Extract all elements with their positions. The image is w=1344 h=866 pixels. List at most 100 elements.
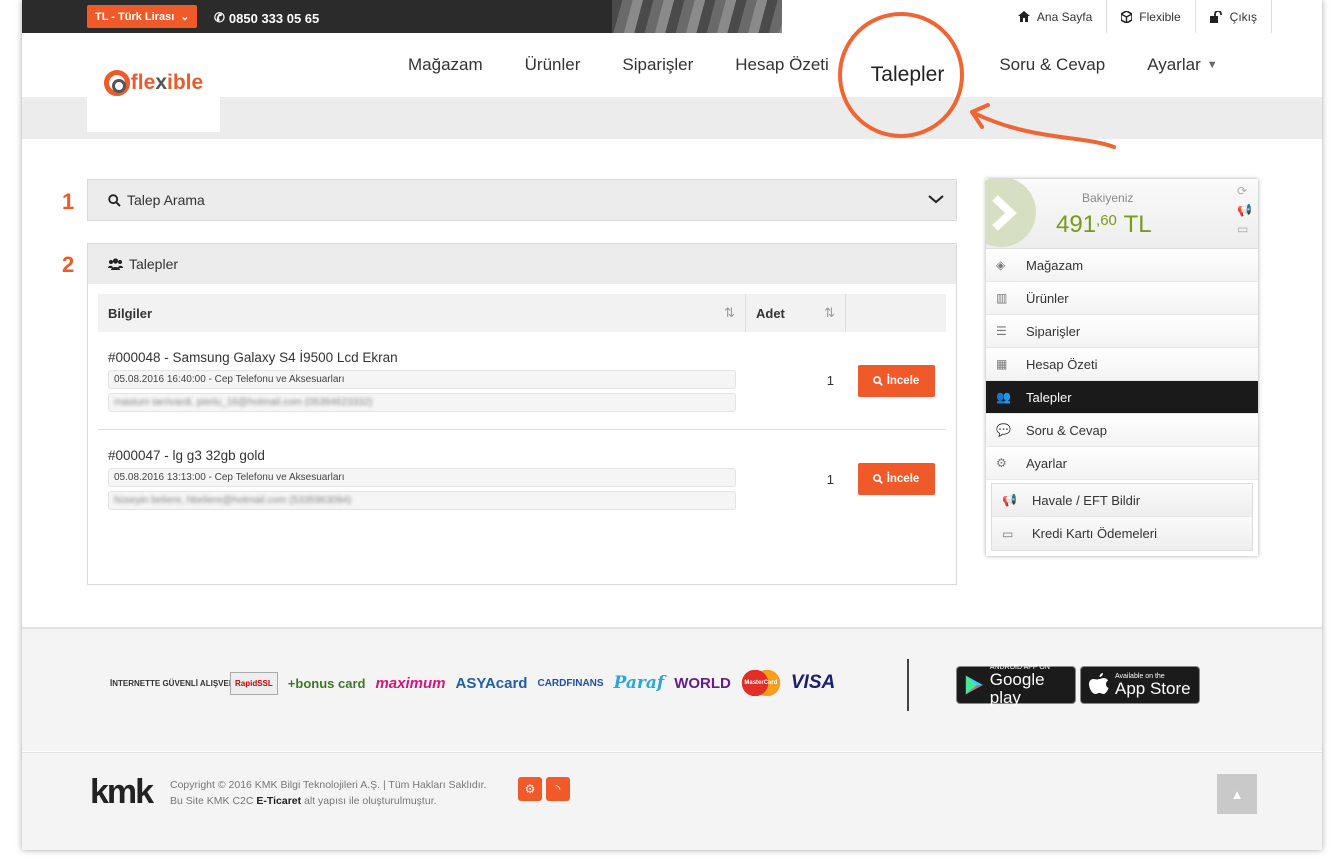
home-icon [1017, 11, 1030, 22]
annotation-number-2: 2 [62, 252, 75, 277]
logo-text-c: ible [167, 70, 204, 94]
app-store-badge[interactable]: Available on the App Store [1080, 666, 1200, 704]
logo-text-a: fle [130, 70, 156, 94]
scroll-to-top-button[interactable]: ▲ [1217, 774, 1257, 814]
nav-item-hesap-ozeti[interactable]: Hesap Özeti [714, 55, 850, 75]
currency-dropdown[interactable]: TL - Türk Lirası ⌄ [87, 5, 198, 28]
balance-amount: 491,60 TL [1056, 211, 1152, 239]
nav-item-urunler[interactable]: Ürünler [504, 55, 602, 75]
nav-item-siparisler[interactable]: Siparişler [601, 55, 714, 75]
search-panel-header[interactable]: Talep Arama [88, 180, 956, 220]
main-nav: Mağazam Ürünler Siparişler Hesap Özeti T… [387, 33, 1239, 97]
powered-bold: E-Ticaret [256, 795, 302, 807]
nav-item-magazam[interactable]: Mağazam [387, 55, 504, 75]
footer-payments: İNTERNETTE GÜVENLİ ALIŞVERİŞ RapidSSL +b… [22, 627, 1322, 751]
sidebar-item-havale[interactable]: 📢 Havale / EFT Bildir [992, 484, 1252, 517]
sidebar-item-hesap-ozeti[interactable]: ▦ Hesap Özeti [986, 348, 1258, 381]
megaphone-icon: 📢 [1002, 493, 1017, 507]
chevron-right-icon[interactable] [990, 195, 1020, 231]
payment-logos: İNTERNETTE GÜVENLİ ALIŞVERİŞ RapidSSL +b… [110, 665, 835, 701]
users-icon [108, 258, 123, 270]
kmk-logo[interactable]: kmk [90, 773, 154, 812]
cube-icon: ◈ [996, 258, 1006, 272]
logo-maximum: maximum [375, 674, 446, 692]
account-sidebar: Bakiyeniz 491,60 TL ⟳ 📢 ▭ ◈ Mağazam ▥ Ürün… [986, 179, 1258, 556]
footer-bottom: kmk Copyright © 2016 KMK Bilgi Teknoloji… [22, 752, 1322, 850]
rss-icon[interactable]: ◝ [546, 777, 570, 801]
logo-paraf: Paraf [613, 673, 665, 693]
barcode-icon: ▥ [996, 291, 1008, 305]
footer-separator [907, 659, 909, 711]
request-contact-text: mastum tarrivardi, pierlu_16@hotmail.com… [114, 397, 373, 408]
top-link-flexible[interactable]: Flexible [1106, 0, 1194, 33]
phone-text: 0850 333 05 65 [228, 10, 320, 26]
requests-panel-header: Talepler [88, 244, 956, 284]
nav-item-talepler[interactable]: Talepler [850, 63, 979, 87]
top-link-flexible-label: Flexible [1139, 9, 1181, 24]
sidebar-item-talepler[interactable]: 👥 Talepler [986, 381, 1258, 414]
google-play-text: ANDROID APP ON Google play [990, 664, 1067, 707]
nav-item-ayarlar[interactable]: Ayarlar ▼ [1126, 55, 1238, 75]
users-icon: 👥 [996, 390, 1011, 404]
powered-post: alt yapısı ile oluşturulmuştur. [304, 795, 437, 807]
google-play-badge[interactable]: ANDROID APP ON Google play [956, 664, 1076, 707]
logo-secure-shopping: İNTERNETTE GÜVENLİ ALIŞVERİŞ [110, 678, 243, 688]
sidebar-item-kredi-karti[interactable]: ▭ Kredi Kartı Ödemeleri [992, 517, 1252, 550]
footer-social-icons: ⚙ ◝ [518, 777, 570, 801]
sidebar-item-urunler[interactable]: ▥ Ürünler [986, 282, 1258, 315]
row-actions: İncele [846, 430, 946, 528]
sidebar-item-magazam[interactable]: ◈ Mağazam [986, 249, 1258, 282]
request-title: #000047 - lg g3 32gb gold [108, 448, 265, 463]
comment-icon: 💬 [996, 423, 1011, 437]
column-header-qty-label: Adet [756, 305, 785, 321]
logo-mastercard: MasterCard [740, 670, 781, 696]
nav-item-soru-cevap[interactable]: Soru & Cevap [978, 55, 1126, 75]
balance-int: 491 [1056, 211, 1097, 238]
top-link-home[interactable]: Ana Sayfa [1004, 0, 1106, 33]
unlock-icon [1209, 10, 1222, 23]
logo-text-b: x [155, 70, 167, 94]
incele-button[interactable]: İncele [857, 463, 935, 495]
requests-panel-title: Talepler [129, 256, 179, 272]
search-panel-title: Talep Arama [127, 192, 205, 208]
logo-mark: fle x ible [103, 69, 204, 96]
page-frame: TL - Türk Lirası ⌄ ✆ 0850 333 05 65 Ana … [22, 0, 1322, 850]
top-link-logout[interactable]: Çıkış [1194, 0, 1272, 33]
incele-button[interactable]: İncele [857, 364, 935, 397]
sort-icon: ⇅ [824, 305, 835, 320]
credit-card-icon: ▭ [1002, 526, 1014, 541]
top-bar-stripes [612, 0, 792, 33]
logo-rapidssl: RapidSSL [230, 671, 278, 695]
megaphone-icon[interactable]: 📢 [1237, 203, 1252, 217]
refresh-icon[interactable]: ⟳ [1237, 184, 1252, 198]
settings-link-icon[interactable]: ⚙ [518, 777, 542, 801]
request-contact: mastum tarrivardi, pierlu_16@hotmail.com… [108, 393, 736, 412]
column-header-qty[interactable]: Adet ⇅ [746, 294, 846, 332]
chevron-down-icon[interactable] [928, 191, 944, 207]
sidebar-item-label: Talepler [1026, 389, 1072, 405]
logo-asyacard: ASYAcard [455, 674, 528, 692]
sidebar-item-ayarlar[interactable]: ⚙ Ayarlar [986, 447, 1258, 480]
top-link-logout-label: Çıkış [1229, 9, 1257, 24]
credit-card-icon[interactable]: ▭ [1237, 222, 1252, 236]
search-panel[interactable]: Talep Arama [87, 179, 957, 221]
sidebar-item-label: Kredi Kartı Ödemeleri [1032, 526, 1157, 541]
balance-currency: TL [1123, 211, 1152, 238]
row-info: #000048 - Samsung Galaxy S4 İ9500 Lcd Ek… [98, 332, 746, 429]
nav-item-ayarlar-label: Ayarlar [1147, 55, 1201, 74]
annotation-number-1: 1 [62, 189, 75, 214]
column-header-info[interactable]: Bilgiler ⇅ [98, 294, 746, 332]
balance-label: Bakiyeniz [1082, 191, 1134, 205]
request-title: #000048 - Samsung Galaxy S4 İ9500 Lcd Ek… [108, 350, 398, 365]
incele-button-label: İncele [886, 374, 920, 387]
search-icon [108, 193, 121, 207]
arrow-up-icon: ▲ [1230, 786, 1244, 802]
sidebar-item-soru-cevap[interactable]: 💬 Soru & Cevap [986, 414, 1258, 447]
copyright-line: Copyright © 2016 KMK Bilgi Teknolojileri… [170, 779, 487, 791]
site-logo[interactable]: fle x ible [87, 33, 220, 132]
sidebar-item-siparisler[interactable]: ☰ Siparişler [986, 315, 1258, 348]
phone-number: ✆ 0850 333 05 65 [214, 10, 319, 26]
search-icon [872, 375, 883, 386]
play-store-icon [965, 675, 983, 695]
apple-icon [1089, 673, 1109, 694]
